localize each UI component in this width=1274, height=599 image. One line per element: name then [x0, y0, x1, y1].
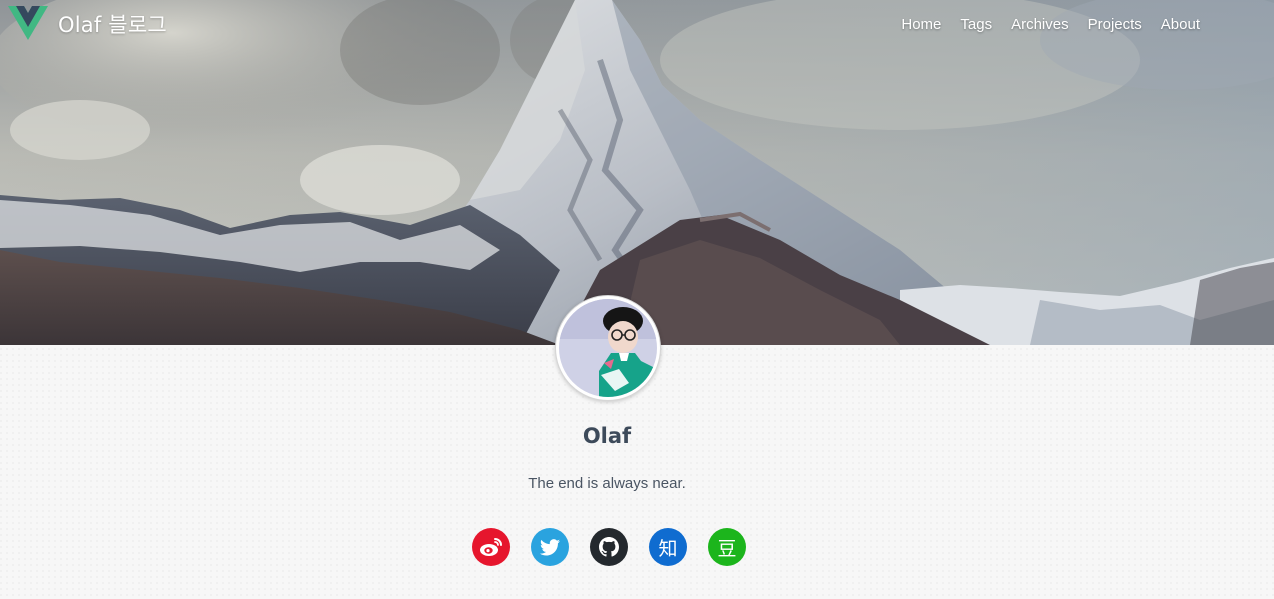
nav-home[interactable]: Home	[901, 14, 941, 36]
twitter-link[interactable]	[531, 528, 569, 566]
weibo-icon	[480, 538, 502, 556]
page: Olaf 블로그 Home Tags Archives Projects Abo…	[0, 0, 1274, 599]
nav-about[interactable]: About	[1161, 14, 1200, 36]
weibo-link[interactable]	[472, 528, 510, 566]
profile-name: Olaf	[582, 424, 632, 448]
douban-icon: 豆	[717, 537, 737, 560]
profile-avatar-photo	[559, 299, 657, 397]
twitter-icon	[540, 538, 560, 555]
vue-logo-icon	[8, 6, 48, 40]
hero-banner: Olaf 블로그 Home Tags Archives Projects Abo…	[0, 0, 1274, 345]
site-title: Olaf 블로그	[58, 13, 167, 37]
profile-tagline: The end is always near.	[528, 475, 686, 492]
nav-archives[interactable]: Archives	[1011, 14, 1069, 36]
mountain-image	[0, 0, 1274, 345]
nav-tags[interactable]: Tags	[960, 14, 992, 36]
top-nav: Home Tags Archives Projects About	[901, 14, 1200, 36]
github-icon	[599, 537, 619, 557]
avatar[interactable]	[555, 295, 661, 401]
zhihu-icon: 知	[658, 537, 678, 560]
zhihu-link[interactable]: 知	[649, 528, 687, 566]
douban-link[interactable]: 豆	[708, 528, 746, 566]
nav-projects[interactable]: Projects	[1088, 14, 1142, 36]
brand-link[interactable]: Olaf 블로그	[8, 6, 167, 42]
github-link[interactable]	[590, 528, 628, 566]
social-links: 知 豆	[472, 528, 746, 566]
